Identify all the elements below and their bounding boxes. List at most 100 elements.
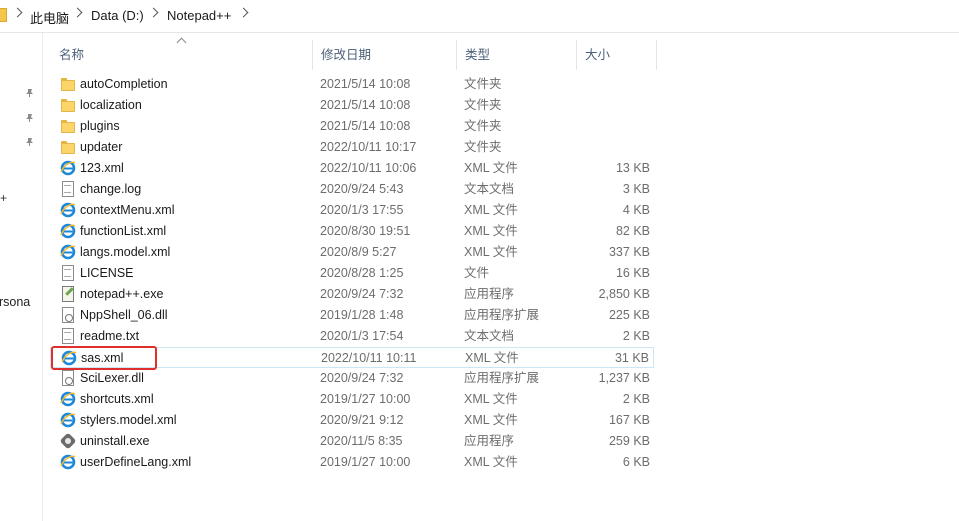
file-name: functionList.xml	[80, 224, 167, 238]
breadcrumb-this-pc[interactable]: 此电脑	[30, 8, 69, 27]
file-type: 文件夹	[464, 98, 502, 112]
file-row[interactable]: langs.model.xml 2020/8/9 5:27 XML 文件 337 KB	[50, 242, 654, 263]
file-row[interactable]: plugins 2021/5/14 10:08 文件夹	[50, 116, 654, 137]
folder-icon	[60, 139, 76, 155]
navigation-pane[interactable]: + ersona	[0, 33, 43, 521]
file-type: XML 文件	[464, 392, 518, 406]
chevron-right-icon[interactable]	[12, 7, 23, 18]
file-date: 2020/1/3 17:55	[320, 203, 404, 217]
file-name: uninstall.exe	[80, 434, 150, 448]
folder-icon	[0, 8, 7, 22]
file-date: 2020/1/3 17:54	[320, 329, 404, 343]
file-size: 13 KB	[615, 161, 650, 175]
file-row[interactable]: functionList.xml 2020/8/30 19:51 XML 文件 82 …	[50, 221, 654, 242]
file-name: userDefineLang.xml	[80, 455, 192, 469]
address-bar[interactable]: 此电脑 Data (D:) Notepad++	[0, 0, 959, 33]
chevron-right-icon[interactable]	[238, 7, 249, 18]
file-name: NppShell_06.dll	[80, 308, 168, 322]
file-date: 2022/10/11 10:17	[320, 140, 417, 154]
text-file-icon	[60, 181, 76, 197]
file-size: 31 KB	[614, 351, 649, 365]
breadcrumb-notepadpp[interactable]: Notepad++	[167, 8, 231, 23]
file-row[interactable]: SciLexer.dll 2020/9/24 7:32 应用程序扩展 1,237 KB	[50, 368, 654, 389]
file-size: 2 KB	[622, 392, 650, 406]
column-header-name[interactable]: 名称	[50, 40, 312, 70]
uninstall-exe-icon	[60, 433, 76, 449]
file-type: 文本文档	[464, 182, 515, 196]
folder-icon	[60, 76, 76, 92]
xml-file-icon	[60, 202, 76, 218]
column-header-type[interactable]: 类型	[456, 40, 576, 70]
file-date: 2021/5/14 10:08	[320, 98, 411, 112]
file-type: 文件夹	[464, 119, 502, 133]
file-name: contextMenu.xml	[80, 203, 175, 217]
file-type: 应用程序扩展	[464, 308, 540, 322]
file-type: 应用程序扩展	[464, 371, 540, 385]
file-type: 文件	[464, 266, 490, 280]
file-date: 2019/1/28 1:48	[320, 308, 404, 322]
file-date: 2022/10/11 10:06	[320, 161, 417, 175]
file-row[interactable]: change.log 2020/9/24 5:43 文本文档 3 KB	[50, 179, 654, 200]
pin-icon	[26, 89, 33, 97]
xml-file-icon	[60, 244, 76, 260]
chevron-right-icon[interactable]	[72, 7, 83, 18]
file-type: 文件夹	[464, 140, 502, 154]
file-date: 2022/10/11 10:11	[321, 351, 417, 365]
file-row[interactable]: LICENSE 2020/8/28 1:25 文件 16 KB	[50, 263, 654, 284]
xml-file-icon	[60, 454, 76, 470]
file-type: XML 文件	[465, 351, 519, 365]
column-divider[interactable]	[656, 40, 657, 70]
file-row[interactable]: userDefineLang.xml 2019/1/27 10:00 XML 文件 6…	[50, 452, 654, 473]
file-date: 2020/8/30 19:51	[320, 224, 411, 238]
file-row[interactable]: localization 2021/5/14 10:08 文件夹	[50, 95, 654, 116]
file-date: 2020/9/24 5:43	[320, 182, 404, 196]
column-header-size[interactable]: 大小	[576, 40, 656, 70]
folder-icon	[60, 118, 76, 134]
file-date: 2019/1/27 10:00	[320, 455, 411, 469]
file-size: 82 KB	[615, 224, 650, 238]
expand-icon[interactable]: +	[0, 191, 7, 205]
file-name: change.log	[80, 182, 142, 196]
dll-file-icon	[60, 307, 76, 323]
file-row[interactable]: 123.xml 2022/10/11 10:06 XML 文件 13 KB	[50, 158, 654, 179]
file-date: 2019/1/27 10:00	[320, 392, 411, 406]
file-row[interactable]: contextMenu.xml 2020/1/3 17:55 XML 文件 4 KB	[50, 200, 654, 221]
file-row[interactable]: updater 2022/10/11 10:17 文件夹	[50, 137, 654, 158]
xml-file-icon	[60, 160, 76, 176]
file-date: 2020/9/24 7:32	[320, 287, 404, 301]
file-date: 2020/9/21 9:12	[320, 413, 404, 427]
file-name: readme.txt	[80, 329, 140, 343]
file-size: 225 KB	[608, 308, 650, 322]
file-type: XML 文件	[464, 161, 518, 175]
xml-file-icon	[60, 391, 76, 407]
column-header-date[interactable]: 修改日期	[312, 40, 456, 70]
file-row[interactable]: notepad++.exe 2020/9/24 7:32 应用程序 2,850 KB	[50, 284, 654, 305]
file-date: 2020/9/24 7:32	[320, 371, 404, 385]
column-header-row: 名称 修改日期 类型 大小	[50, 37, 660, 70]
file-date: 2020/8/28 1:25	[320, 266, 404, 280]
xml-file-icon	[60, 412, 76, 428]
file-row[interactable]: autoCompletion 2021/5/14 10:08 文件夹	[50, 74, 654, 95]
file-name: shortcuts.xml	[80, 392, 154, 406]
file-type: 应用程序	[464, 434, 515, 448]
file-size: 337 KB	[608, 245, 650, 259]
file-date: 2020/11/5 8:35	[320, 434, 403, 448]
file-size: 259 KB	[608, 434, 650, 448]
file-size: 2,850 KB	[598, 287, 650, 301]
nav-item-personal[interactable]: ersona	[0, 295, 30, 309]
file-name: SciLexer.dll	[80, 371, 144, 385]
file-size: 16 KB	[615, 266, 650, 280]
file-row[interactable]: readme.txt 2020/1/3 17:54 文本文档 2 KB	[50, 326, 654, 347]
breadcrumb-drive[interactable]: Data (D:)	[91, 8, 144, 23]
chevron-right-icon[interactable]	[148, 7, 159, 18]
file-name: localization	[80, 98, 142, 112]
file-name: autoCompletion	[80, 77, 168, 91]
file-type: 文件夹	[464, 77, 502, 91]
file-row[interactable]: NppShell_06.dll 2019/1/28 1:48 应用程序扩展 225 K…	[50, 305, 654, 326]
file-name: 123.xml	[80, 161, 124, 175]
file-name: langs.model.xml	[80, 245, 171, 259]
file-type: XML 文件	[464, 413, 518, 427]
file-row[interactable]: stylers.model.xml 2020/9/21 9:12 XML 文件 167…	[50, 410, 654, 431]
file-row[interactable]: uninstall.exe 2020/11/5 8:35 应用程序 259 KB	[50, 431, 654, 452]
file-row[interactable]: shortcuts.xml 2019/1/27 10:00 XML 文件 2 KB	[50, 389, 654, 410]
